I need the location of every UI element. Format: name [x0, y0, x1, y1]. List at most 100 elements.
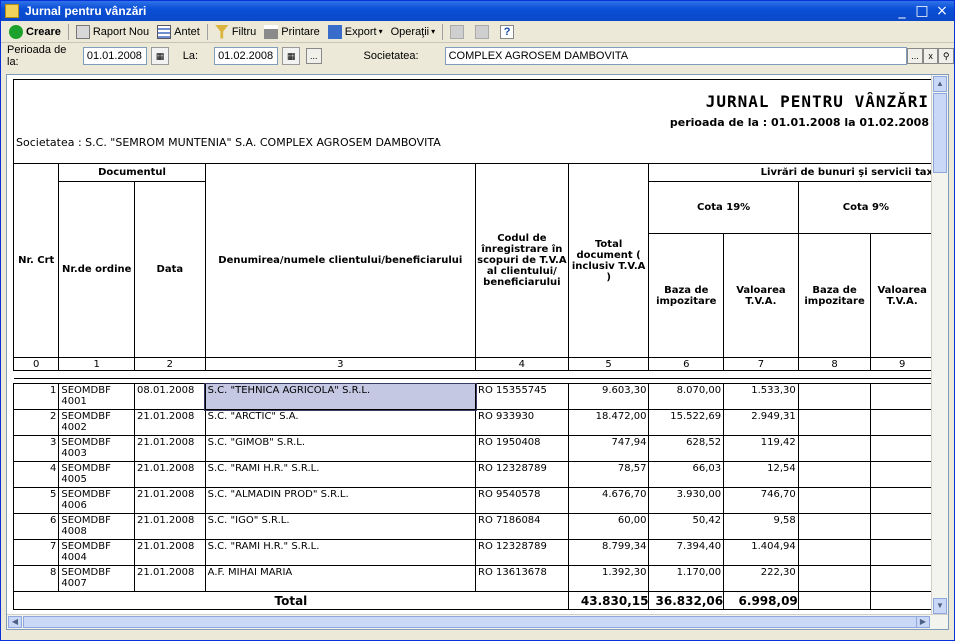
- row-tva[interactable]: 9,58: [723, 513, 799, 540]
- row-tva[interactable]: 1.404,94: [723, 539, 799, 566]
- row-date[interactable]: 21.01.2008: [134, 461, 206, 488]
- row-nr[interactable]: 4: [12, 461, 60, 488]
- row-baza[interactable]: 50,42: [648, 513, 725, 540]
- row-date[interactable]: 21.01.2008: [134, 513, 206, 540]
- row-client[interactable]: S.C. "IGO" S.R.L.: [204, 513, 477, 540]
- row-tva-9[interactable]: [870, 435, 934, 462]
- row-tva-9[interactable]: [870, 565, 934, 592]
- table-row[interactable]: 7 SEOMDBF 4004 21.01.2008 S.C. "RAMI H.R." …: [12, 539, 934, 566]
- row-client[interactable]: S.C. "GIMOB" S.R.L.: [204, 435, 477, 462]
- row-date[interactable]: 21.01.2008: [134, 487, 206, 514]
- row-document[interactable]: SEOMDBF 4007: [58, 565, 136, 592]
- copy-button[interactable]: [446, 22, 471, 42]
- row-baza[interactable]: 7.394,40: [648, 539, 725, 566]
- row-date[interactable]: 21.01.2008: [134, 409, 206, 436]
- row-cod-tva[interactable]: RO 7186084: [475, 513, 569, 540]
- row-client[interactable]: S.C. "RAMI H.R." S.R.L.: [204, 461, 477, 488]
- row-baza-9[interactable]: [797, 487, 872, 514]
- row-nr[interactable]: 2: [12, 409, 60, 436]
- row-tva-9[interactable]: [870, 461, 934, 488]
- maximize-icon[interactable]: □: [914, 3, 930, 19]
- operations-button[interactable]: Operaţii ▾: [387, 22, 440, 42]
- row-tva-9[interactable]: [870, 539, 934, 566]
- table-row[interactable]: 6 SEOMDBF 4008 21.01.2008 S.C. "IGO" S.R.L.…: [12, 513, 934, 540]
- close-icon[interactable]: ×: [934, 3, 950, 19]
- row-baza[interactable]: 15.522,69: [648, 409, 725, 436]
- row-tva[interactable]: 222,30: [723, 565, 799, 592]
- scroll-thumb[interactable]: [23, 616, 923, 628]
- row-baza-9[interactable]: [797, 383, 872, 410]
- row-tva[interactable]: 746,70: [723, 487, 799, 514]
- row-date[interactable]: 21.01.2008: [134, 565, 206, 592]
- exit-button[interactable]: [471, 22, 496, 42]
- row-tva[interactable]: 2.949,31: [723, 409, 799, 436]
- row-total[interactable]: 18.472,00: [567, 409, 650, 436]
- create-button[interactable]: Creare: [5, 22, 65, 42]
- row-baza-9[interactable]: [797, 409, 872, 436]
- row-date[interactable]: 08.01.2008: [134, 383, 206, 410]
- scroll-right-icon[interactable]: ▶: [916, 616, 930, 628]
- row-document[interactable]: SEOMDBF 4003: [58, 435, 136, 462]
- company-field[interactable]: COMPLEX AGROSEM DAMBOVITA: [444, 47, 908, 65]
- row-cod-tva[interactable]: RO 933930: [475, 409, 569, 436]
- row-cod-tva[interactable]: RO 9540578: [475, 487, 569, 514]
- calendar-icon[interactable]: ▦: [282, 47, 300, 65]
- row-nr[interactable]: 1: [12, 383, 60, 410]
- row-date[interactable]: 21.01.2008: [134, 435, 206, 462]
- row-baza-9[interactable]: [797, 513, 872, 540]
- row-total[interactable]: 1.392,30: [567, 565, 650, 592]
- scroll-up-icon[interactable]: ▲: [933, 76, 947, 92]
- export-button[interactable]: Export ▾: [324, 22, 387, 42]
- row-tva[interactable]: 1.533,30: [723, 383, 799, 410]
- help-button[interactable]: ?: [496, 22, 521, 42]
- table-row[interactable]: 5 SEOMDBF 4006 21.01.2008 S.C. "ALMADIN PRO…: [12, 487, 934, 514]
- table-row[interactable]: 4 SEOMDBF 4005 21.01.2008 S.C. "RAMI H.R." …: [12, 461, 934, 488]
- row-baza[interactable]: 1.170,00: [648, 565, 725, 592]
- row-total[interactable]: 8.799,34: [567, 539, 650, 566]
- table-row[interactable]: 2 SEOMDBF 4002 21.01.2008 S.C. "ARCTIC" S.A…: [12, 409, 934, 436]
- row-nr[interactable]: 7: [12, 539, 60, 566]
- row-document[interactable]: SEOMDBF 4008: [58, 513, 136, 540]
- row-baza[interactable]: 628,52: [648, 435, 725, 462]
- row-tva-9[interactable]: [870, 409, 934, 436]
- row-cod-tva[interactable]: RO 12328789: [475, 539, 569, 566]
- header-button[interactable]: Antet: [153, 22, 204, 42]
- period-more-button[interactable]: ...: [305, 48, 322, 64]
- row-nr[interactable]: 8: [12, 565, 60, 592]
- scroll-down-icon[interactable]: ▼: [933, 598, 947, 614]
- table-row[interactable]: 8 SEOMDBF 4007 21.01.2008 A.F. MIHAI MARIA R…: [12, 565, 934, 592]
- horizontal-scrollbar[interactable]: ◀ ▶: [7, 614, 948, 629]
- filter-button[interactable]: Filtru: [211, 22, 260, 42]
- row-baza-9[interactable]: [797, 539, 872, 566]
- clear-icon[interactable]: x: [922, 48, 939, 64]
- row-baza-9[interactable]: [797, 461, 872, 488]
- row-total[interactable]: 747,94: [567, 435, 650, 462]
- vertical-scrollbar[interactable]: ▲ ▼: [931, 75, 948, 615]
- table-row[interactable]: 3 SEOMDBF 4003 21.01.2008 S.C. "GIMOB" S.R.…: [12, 435, 934, 462]
- row-cod-tva[interactable]: RO 15355745: [475, 383, 569, 410]
- row-total[interactable]: 78,57: [567, 461, 650, 488]
- row-cod-tva[interactable]: RO 13613678: [475, 565, 569, 592]
- table-row[interactable]: 1 SEOMDBF 4001 08.01.2008 S.C. "TEHNICA AGR…: [12, 382, 934, 411]
- row-tva[interactable]: 119,42: [723, 435, 799, 462]
- row-nr[interactable]: 6: [12, 513, 60, 540]
- row-cod-tva[interactable]: RO 12328789: [475, 461, 569, 488]
- row-document[interactable]: SEOMDBF 4002: [58, 409, 136, 436]
- row-document[interactable]: SEOMDBF 4005: [58, 461, 136, 488]
- row-total[interactable]: 60,00: [567, 513, 650, 540]
- row-document[interactable]: SEOMDBF 4004: [58, 539, 136, 566]
- row-nr[interactable]: 3: [12, 435, 60, 462]
- row-baza-9[interactable]: [797, 435, 872, 462]
- row-client[interactable]: S.C. "ARCTIC" S.A.: [204, 409, 477, 436]
- new-report-button[interactable]: Raport Nou: [72, 22, 153, 42]
- row-total[interactable]: 4.676,70: [567, 487, 650, 514]
- row-client[interactable]: S.C. "ALMADIN PROD" S.R.L.: [204, 487, 477, 514]
- row-tva-9[interactable]: [870, 383, 934, 410]
- period-to-input[interactable]: 01.02.2008: [214, 47, 279, 65]
- row-client[interactable]: A.F. MIHAI MARIA: [204, 565, 477, 592]
- row-document[interactable]: SEOMDBF 4006: [58, 487, 136, 514]
- report-viewer[interactable]: JURNAL PENTRU VÂNZĂRI perioada de la : 0…: [6, 74, 949, 630]
- row-client[interactable]: S.C. "RAMI H.R." S.R.L.: [204, 539, 477, 566]
- search-icon[interactable]: ⚲: [938, 48, 954, 64]
- calendar-icon[interactable]: ▦: [151, 47, 169, 65]
